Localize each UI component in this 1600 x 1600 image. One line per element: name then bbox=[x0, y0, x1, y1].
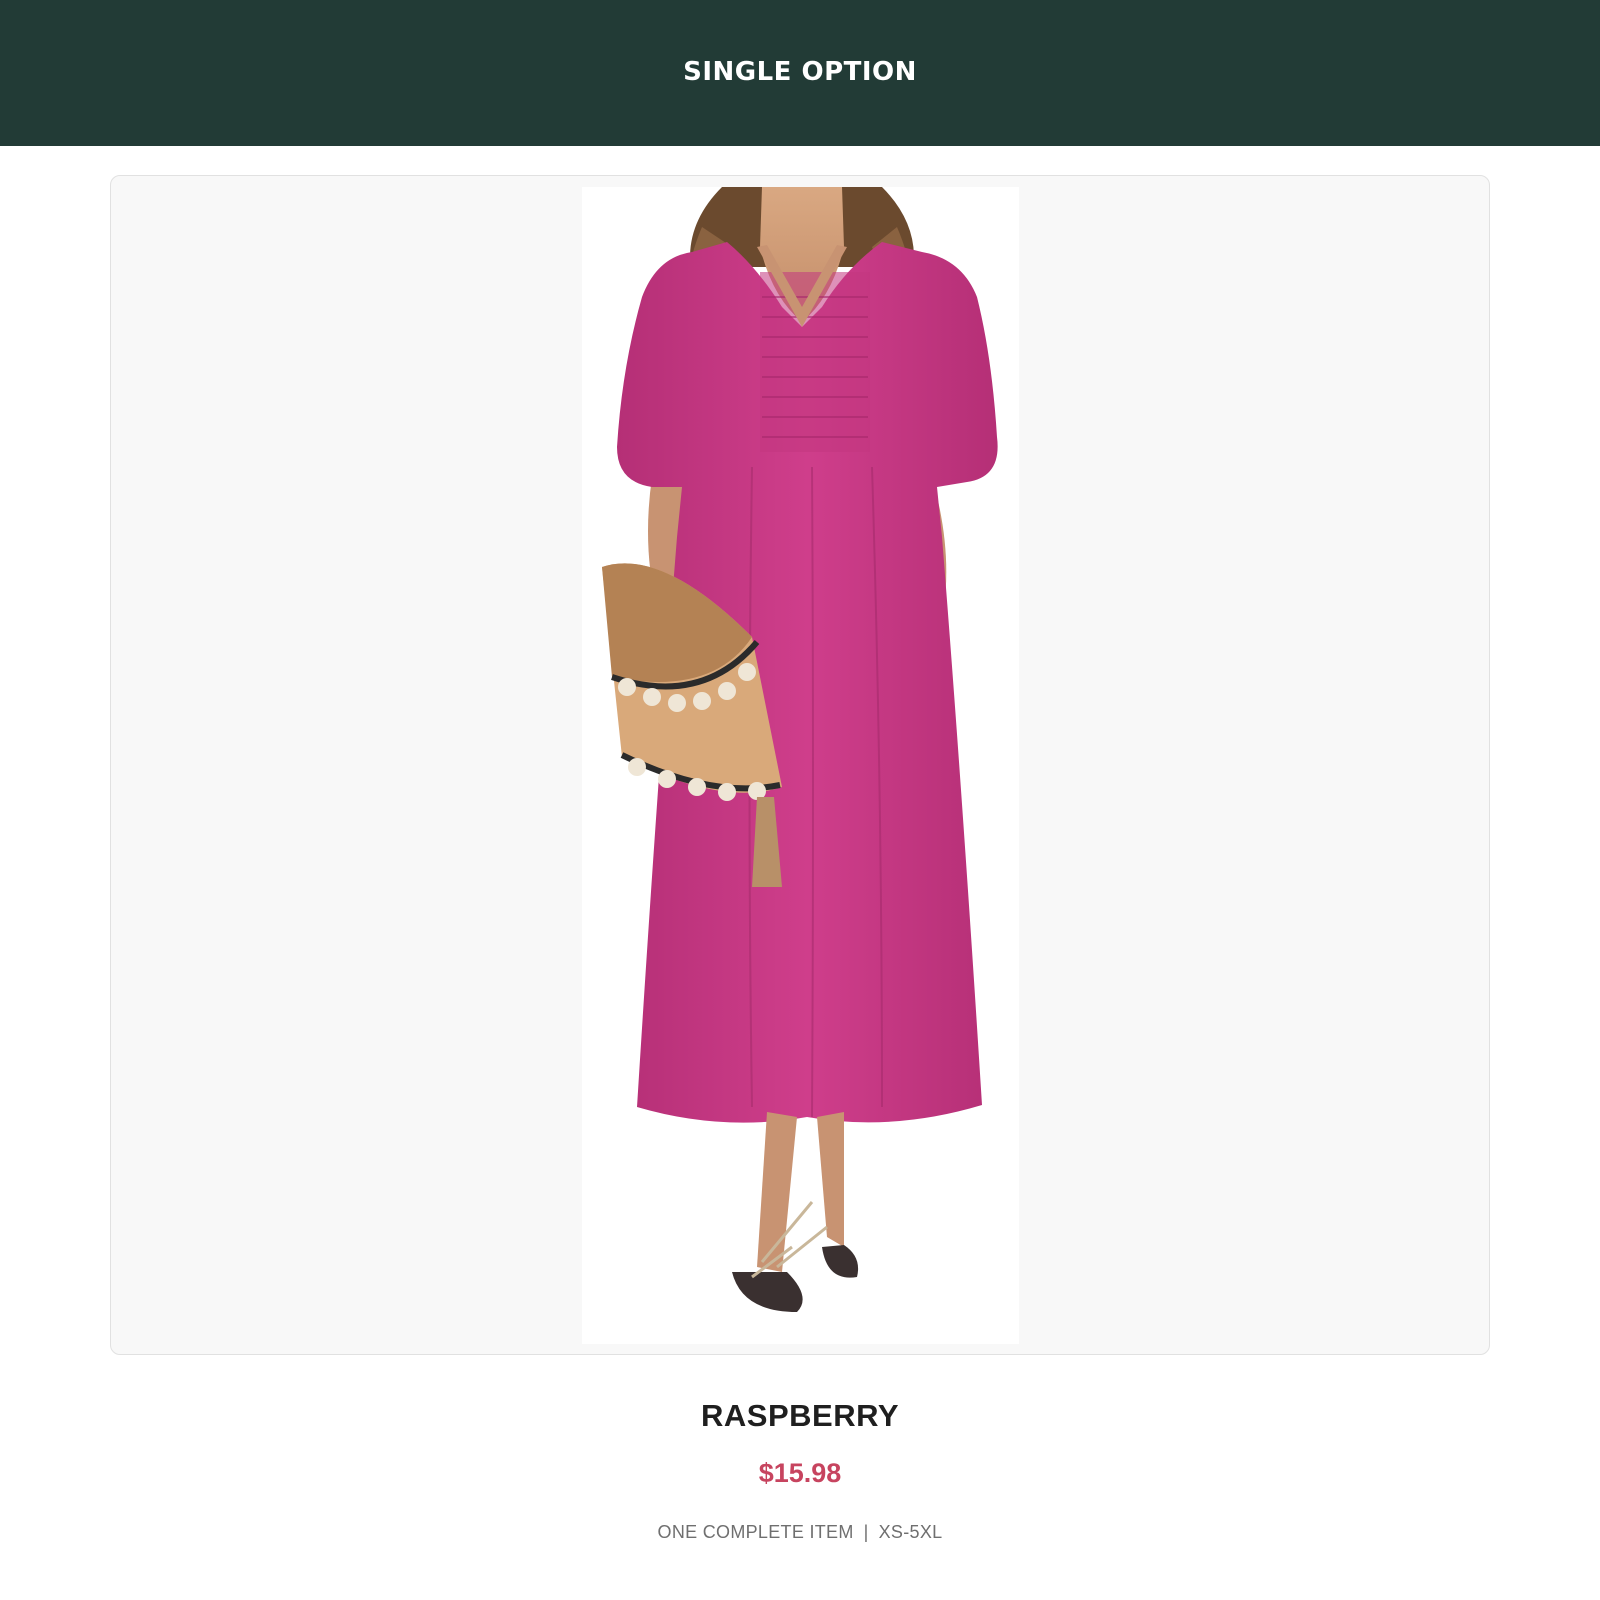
product-image-card[interactable] bbox=[110, 175, 1490, 1355]
header-title: SINGLE OPTION bbox=[683, 57, 917, 87]
item-type-text: ONE COMPLETE ITEM bbox=[657, 1522, 854, 1542]
page-header: SINGLE OPTION bbox=[0, 0, 1600, 146]
meta-separator: | bbox=[863, 1522, 869, 1542]
product-meta: ONE COMPLETE ITEM | XS-5XL bbox=[0, 1522, 1600, 1543]
dress-illustration bbox=[582, 187, 1019, 1344]
size-range-text: XS-5XL bbox=[878, 1522, 943, 1542]
product-price: $15.98 bbox=[758, 1458, 842, 1488]
product-name: RASPBERRY bbox=[701, 1398, 899, 1433]
product-photo[interactable] bbox=[582, 187, 1019, 1344]
